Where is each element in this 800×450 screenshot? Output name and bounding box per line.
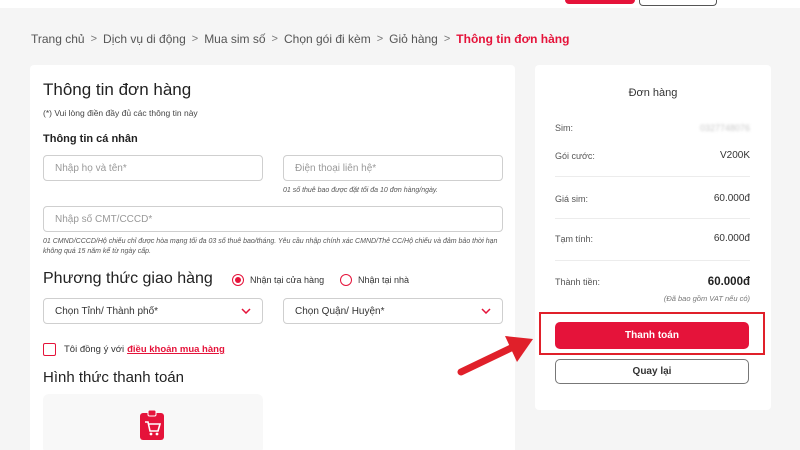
breadcrumb-item-buy-sim[interactable]: Mua sim số	[204, 32, 265, 46]
package-label: Gói cước:	[555, 150, 595, 161]
summary-row-subtotal: Tạm tính: 60.000đ	[555, 233, 750, 244]
radio-home-label: Nhận tại nhà	[358, 275, 410, 285]
divider	[555, 218, 750, 219]
terms-agreement: Tôi đồng ý với điều khoản mua hàng	[43, 343, 225, 356]
back-button[interactable]: Quay lại	[555, 359, 749, 384]
id-input-placeholder: Nhập số CMT/CCCD*	[55, 213, 153, 225]
total-value: 60.000đ	[707, 276, 750, 288]
chevron-down-icon	[481, 308, 491, 314]
summary-row-package: Gói cước: V200K	[555, 150, 750, 161]
breadcrumb-item-mobile-services[interactable]: Dịch vụ di động	[103, 32, 186, 46]
divider	[555, 260, 750, 261]
header-button-secondary[interactable]	[639, 0, 717, 6]
id-number-input[interactable]: Nhập số CMT/CCCD*	[43, 206, 503, 232]
radio-store-label: Nhận tại cửa hàng	[250, 275, 325, 285]
breadcrumb-item-choose-package[interactable]: Chọn gói đi kèm	[284, 32, 371, 46]
breadcrumb-item-cart[interactable]: Giỏ hàng	[389, 32, 438, 46]
radio-selected-icon	[232, 274, 244, 286]
breadcrumb: Trang chủ > Dịch vụ di động > Mua sim số…	[31, 32, 569, 46]
cart-icon	[140, 410, 164, 440]
breadcrumb-item-current: Thông tin đơn hàng	[456, 32, 570, 46]
name-input[interactable]: Nhập họ và tên*	[43, 155, 263, 181]
sim-price-value: 60.000đ	[713, 193, 750, 204]
chevron-right-icon: >	[376, 33, 384, 45]
checkout-button[interactable]: Thanh toán	[555, 322, 749, 349]
divider	[555, 176, 750, 177]
name-input-placeholder: Nhập họ và tên*	[55, 162, 127, 174]
annotation-arrow-icon	[457, 336, 533, 376]
package-value: V200K	[719, 150, 750, 161]
sim-price-label: Giá sim:	[555, 193, 589, 204]
phone-note: 01 số thuê bao được đặt tối đa 10 đơn hà…	[283, 187, 438, 194]
total-label: Thành tiền:	[555, 277, 601, 287]
breadcrumb-item-home[interactable]: Trang chủ	[31, 32, 85, 46]
phone-input[interactable]: Điện thoại liên hệ*	[283, 155, 503, 181]
district-select-value: Chọn Quận/ Huyện*	[295, 305, 385, 317]
required-note: (*) Vui lòng điền đầy đủ các thông tin n…	[43, 108, 198, 118]
shipping-heading: Phương thức giao hàng	[43, 270, 213, 287]
district-select[interactable]: Chọn Quận/ Huyện*	[283, 298, 503, 324]
radio-unselected-icon	[340, 274, 352, 286]
sim-number-blurred: 0327748076	[699, 123, 750, 133]
form-title: Thông tin đơn hàng	[43, 80, 192, 99]
order-summary-title: Đơn hàng	[628, 87, 678, 99]
order-form-card	[30, 65, 515, 450]
header-button-primary[interactable]	[565, 0, 635, 4]
province-select-value: Chọn Tỉnh/ Thành phố*	[55, 305, 159, 317]
id-note: 01 CMND/CCCD/Hộ chiếu chỉ được hòa mạng …	[43, 238, 498, 255]
chevron-down-icon	[241, 308, 251, 314]
chevron-right-icon: >	[443, 33, 451, 45]
radio-home-delivery[interactable]: Nhận tại nhà	[340, 274, 409, 286]
sim-label: Sim:	[555, 123, 573, 133]
chevron-right-icon: >	[271, 33, 278, 45]
personal-info-heading: Thông tin cá nhân	[43, 133, 138, 145]
terms-text: Tôi đồng ý với	[64, 344, 125, 355]
chevron-right-icon: >	[90, 33, 98, 45]
summary-row-sim-price: Giá sim: 60.000đ	[555, 193, 750, 204]
summary-row-total: Thành tiền: 60.000đ	[555, 276, 750, 288]
terms-checkbox[interactable]	[43, 343, 56, 356]
summary-row-sim: Sim: 0327748076	[555, 123, 750, 133]
chevron-right-icon: >	[191, 33, 199, 45]
phone-input-placeholder: Điện thoại liên hệ*	[295, 162, 377, 174]
terms-link[interactable]: điều khoản mua hàng	[127, 344, 225, 355]
vat-note: (Đã bao gồm VAT nếu có)	[663, 294, 750, 303]
subtotal-label: Tạm tính:	[555, 233, 594, 244]
subtotal-value: 60.000đ	[713, 233, 750, 244]
radio-store-pickup[interactable]: Nhận tại cửa hàng	[232, 274, 324, 286]
province-select[interactable]: Chọn Tỉnh/ Thành phố*	[43, 298, 263, 324]
payment-heading: Hình thức thanh toán	[43, 369, 184, 386]
